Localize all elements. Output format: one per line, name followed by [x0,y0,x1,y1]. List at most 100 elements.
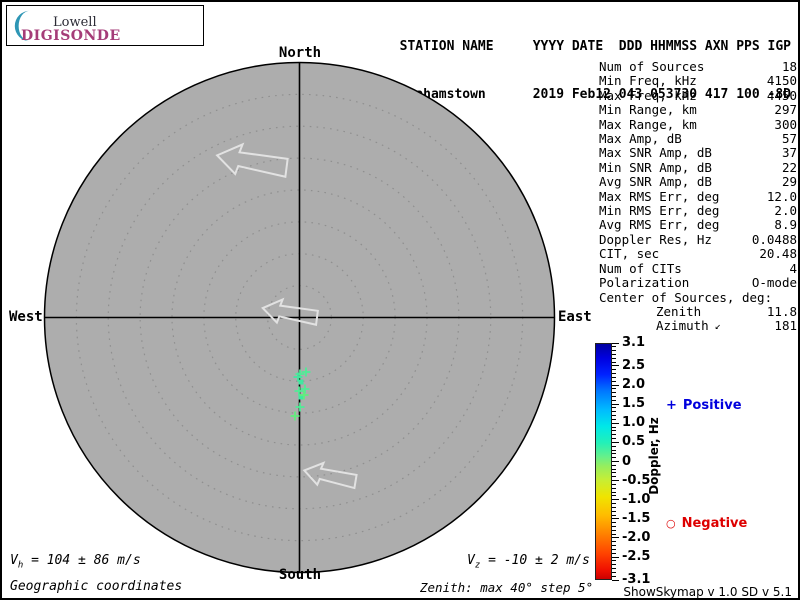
vertical-velocity-readout: Vz = -10 ± 2 m/s [467,553,590,571]
info-value: O-mode [751,275,797,291]
info-value: 18 [781,59,797,74]
colorbar-tick-label: 3.1 [622,335,646,350]
info-label: Max Range, km [599,116,697,132]
info-label: Azimuth ↙ [656,318,721,334]
colorbar-major-tick [612,422,619,424]
positive-legend-label: Positive [682,398,742,413]
info-row: Max Range, km 300 [599,116,797,132]
colorbar-major-tick [612,499,619,501]
info-value: 181 [774,318,797,334]
info-label: Center of Sources, deg: [599,289,773,305]
colorbar-minor-tick [612,514,616,516]
zenith-scale-note: Zenith: max 40° step 5° [420,580,594,595]
colorbar-major-tick [612,384,619,386]
colorbar-minor-tick [612,418,616,420]
colorbar-major-tick [612,441,619,443]
info-label: Num of Sources [599,59,705,74]
info-row: Center of Sources, deg: [599,289,797,305]
colorbar-minor-tick [612,445,616,447]
colorbar-minor-tick [612,552,616,554]
info-value: 4150 [766,73,797,89]
colorbar-tick-label: 2.5 [622,357,646,373]
info-row: Polarization O-mode [599,275,797,291]
info-label: Min Freq, kHz [599,73,697,89]
vh-value: = 104 ± 86 m/s [23,553,141,568]
colorbar-major-tick [612,579,619,581]
info-row: Max Freq, kHz 4450 [599,87,797,103]
colorbar-minor-tick [612,426,616,428]
info-value: 4 [789,260,797,276]
info-label: Min RMS Err, deg [599,203,720,219]
info-value: 300 [774,116,797,132]
colorbar-minor-tick [612,575,616,577]
info-row: Max RMS Err, deg 12.0 [599,189,797,204]
colorbar-major-tick [612,556,619,558]
cardinal-east-label: East [558,309,592,325]
colorbar-major-tick [612,342,619,344]
info-row: Min SNR Amp, dB 22 [599,160,797,175]
colorbar-major-tick [612,537,619,539]
info-value: 20.48 [759,246,797,262]
colorbar-minor-tick [612,361,616,363]
colorbar-minor-tick [612,357,616,359]
colorbar-minor-tick [612,380,616,382]
info-value: 4450 [766,87,797,103]
info-value: 297 [774,102,797,118]
info-value: 11.8 [766,303,797,319]
info-value: 2.0 [774,203,797,219]
info-value: 0.0488 [751,231,797,247]
colorbar-minor-tick [612,487,616,489]
info-label: Avg SNR Amp, dB [599,174,712,190]
info-value: 8.9 [774,217,797,233]
info-row: Num of Sources 18 [599,59,797,74]
colorbar-minor-tick [612,438,616,440]
colorbar-major-tick [612,461,619,462]
colorbar-minor-tick [612,483,616,485]
colorbar-major-tick [612,480,619,482]
info-label: Polarization [599,275,690,291]
info-value: 37 [781,145,797,161]
info-row: Min RMS Err, deg 2.0 [599,203,797,219]
colorbar-minor-tick [612,346,616,348]
info-row: Max SNR Amp, dB 37 [599,145,797,161]
colorbar-minor-tick [612,376,616,378]
info-row: Min Range, km 297 [599,102,797,118]
colorbar-minor-tick [612,568,616,570]
info-label: Max SNR Amp, dB [599,145,712,161]
info-row: Azimuth ↙ 181 [599,318,797,335]
negative-doppler-legend: ○ Negative [666,516,747,531]
positive-doppler-legend: + Positive [666,398,742,413]
vz-symbol: V [467,553,475,568]
colorbar-minor-tick [612,522,616,524]
measurement-info-panel: Num of Sources 18 Min Freq, kHz 4150 Max Fre… [599,59,797,336]
colorbar-minor-tick [612,434,616,436]
colorbar-minor-tick [612,392,616,394]
negative-legend-label: Negative [681,516,748,531]
info-row: CIT, sec 20.48 [599,246,797,262]
info-row: Num of CITs 4 [599,260,797,276]
colorbar-minor-tick [612,476,616,478]
colorbar-minor-tick [612,415,616,417]
colorbar-tick-label: -2.5 [622,549,651,565]
plus-symbol-icon: + [666,398,677,413]
colorbar-minor-tick [612,491,616,493]
cardinal-north-label: North [278,45,322,61]
source-marker-square [298,379,304,385]
colorbar-minor-tick [612,396,616,398]
azimuth-direction-arrow-icon: ↙ [708,321,721,333]
info-label: Max Freq, kHz [599,87,697,103]
colorbar-minor-tick [612,464,616,466]
colorbar-minor-tick [612,472,616,474]
info-label: Avg RMS Err, deg [599,217,720,233]
colorbar-minor-tick [612,533,616,535]
info-row: Zenith 11.8 [599,303,797,319]
colorbar-major-tick [612,403,619,405]
colorbar-minor-tick [612,430,616,432]
cardinal-west-label: West [9,309,43,325]
colorbar-tick-label: 2.0 [622,377,646,393]
coordinate-system-label: Geographic coordinates [10,579,183,594]
vh-symbol: V [10,553,18,568]
info-label: Zenith [656,303,702,319]
horizontal-velocity-readout: Vh = 104 ± 86 m/s [10,553,141,571]
colorbar-minor-tick [612,541,616,543]
